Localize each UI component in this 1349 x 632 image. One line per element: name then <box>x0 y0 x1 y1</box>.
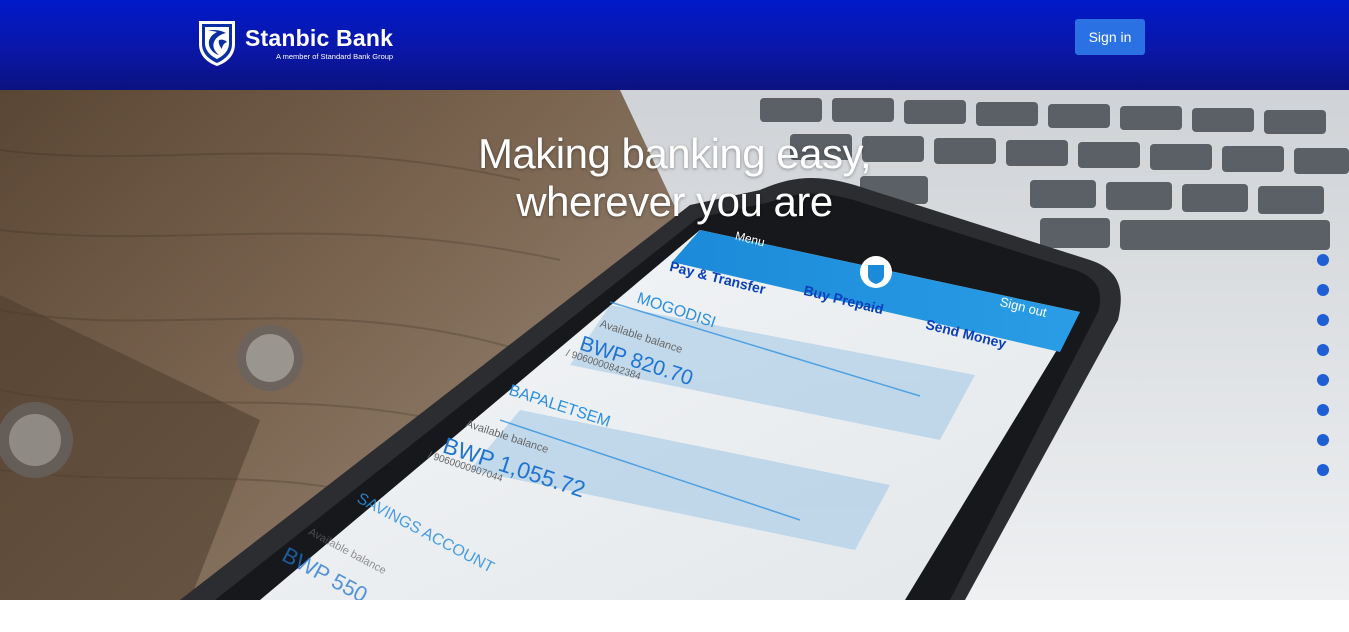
hero-headline-line2: wherever you are <box>516 178 833 225</box>
carousel-dot-8[interactable] <box>1317 464 1329 476</box>
brand-tagline: A member of Standard Bank Group <box>275 52 394 61</box>
carousel-dot-1[interactable] <box>1317 254 1329 266</box>
brand-name: Stanbic Bank <box>245 25 394 51</box>
stanbic-shield-logo-icon <box>199 21 235 66</box>
hero-banner: Menu Pay & Transfer Buy Prepaid Sign out… <box>0 90 1349 600</box>
carousel-pagination <box>1317 254 1329 494</box>
carousel-dot-2[interactable] <box>1317 284 1329 296</box>
site-header: Stanbic Bank A member of Standard Bank G… <box>0 0 1349 90</box>
carousel-dot-6[interactable] <box>1317 404 1329 416</box>
hero-headline-line1: Making banking easy, <box>477 130 872 177</box>
brand-logo[interactable]: Stanbic Bank A member of Standard Bank G… <box>196 18 393 68</box>
carousel-dot-3[interactable] <box>1317 314 1329 326</box>
carousel-dot-7[interactable] <box>1317 434 1329 446</box>
carousel-dot-5[interactable] <box>1317 374 1329 386</box>
hero-headline: Making banking easy, wherever you are <box>0 130 1349 226</box>
sign-in-button[interactable]: Sign in <box>1075 19 1145 55</box>
carousel-dot-4[interactable] <box>1317 344 1329 356</box>
